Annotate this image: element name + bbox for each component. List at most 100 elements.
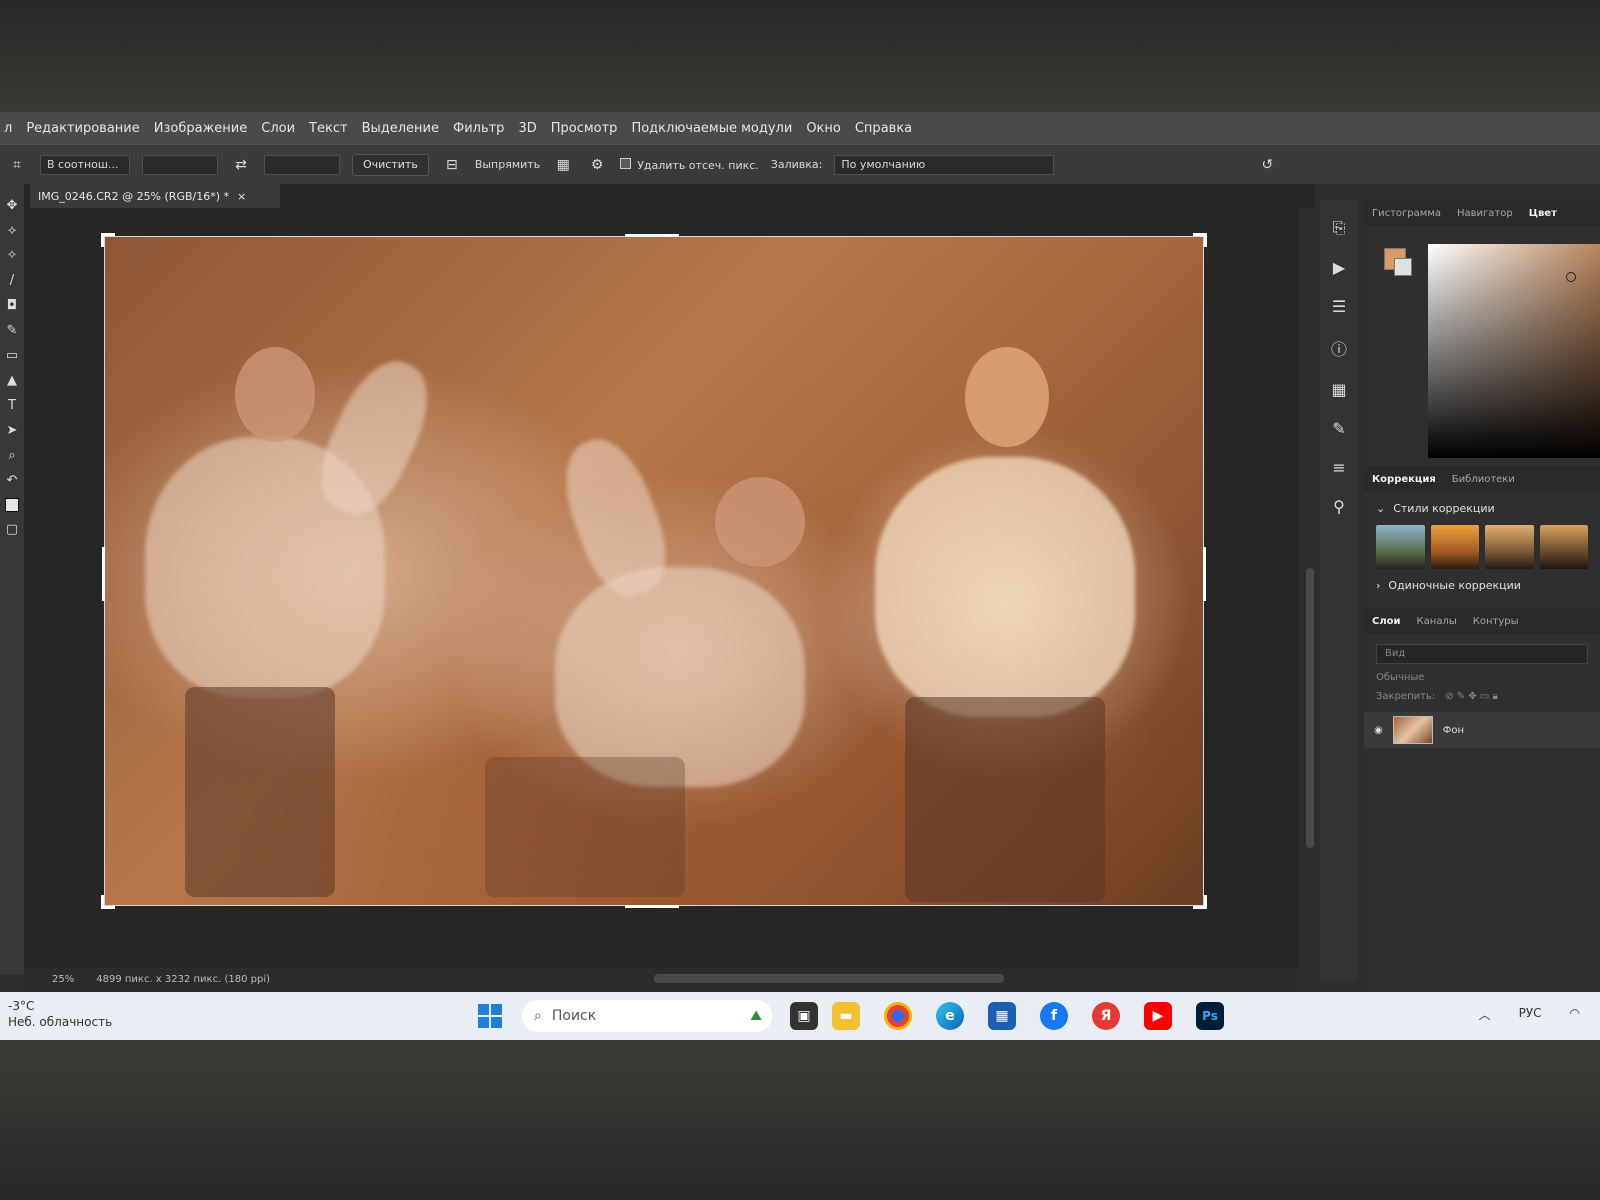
path-select-icon[interactable]: ➤ — [7, 423, 18, 438]
straighten-button[interactable]: Выпрямить — [475, 158, 540, 171]
settings-gear-icon[interactable]: ⚙ — [586, 154, 608, 176]
brush-tool-icon[interactable]: / — [10, 273, 14, 288]
menu-text[interactable]: Текст — [309, 121, 348, 136]
menu-filter[interactable]: Фильтр — [453, 121, 504, 136]
brush-settings-icon[interactable]: ✎ — [1332, 419, 1345, 438]
crop-handle-top[interactable] — [625, 234, 679, 237]
photoshop-icon[interactable]: Ps — [1196, 1002, 1224, 1030]
yandex-icon[interactable]: Я — [1092, 1002, 1120, 1030]
menu-help[interactable]: Справка — [855, 121, 912, 136]
eraser-tool-icon[interactable]: ▭ — [6, 348, 18, 363]
photo-canvas[interactable] — [101, 233, 1207, 909]
taskbar-search[interactable]: ⌕ Поиск ⛰ — [522, 1000, 772, 1032]
crop-handle-left[interactable] — [102, 547, 105, 601]
menu-edit[interactable]: Редактирование — [26, 121, 139, 136]
task-view-icon[interactable]: ▣ — [790, 1002, 818, 1030]
menu-plugins[interactable]: Подключаемые модули — [631, 121, 792, 136]
magic-wand-icon[interactable]: ✧ — [7, 248, 18, 263]
store-icon[interactable]: ▦ — [988, 1002, 1016, 1030]
single-adjustments-header[interactable]: › Одиночные коррекции — [1364, 569, 1600, 602]
windows-start-icon[interactable] — [478, 1004, 502, 1028]
canvas-area[interactable] — [24, 208, 1314, 968]
info-icon[interactable]: ⓘ — [1331, 336, 1347, 360]
visibility-eye-icon[interactable]: ◉ — [1374, 725, 1383, 736]
swap-icon[interactable]: ⇄ — [230, 154, 252, 176]
edge-icon[interactable]: e — [936, 1002, 964, 1030]
type-tool-icon[interactable]: T — [8, 398, 16, 413]
tab-histogram[interactable]: Гистограмма — [1372, 208, 1441, 219]
move-tool-icon[interactable]: ✥ — [7, 198, 18, 213]
color-picker-marker[interactable] — [1566, 272, 1576, 282]
menu-window[interactable]: Окно — [806, 121, 841, 136]
adjustment-presets-header[interactable]: ⌄ Стили коррекции — [1364, 492, 1600, 525]
menu-layers[interactable]: Слои — [261, 121, 295, 136]
tab-color[interactable]: Цвет — [1529, 208, 1557, 219]
weather-widget[interactable]: -3°C Неб. облачность — [8, 998, 112, 1030]
undo-icon[interactable]: ↶ — [7, 473, 18, 488]
layer-row[interactable]: ◉ Фон — [1364, 712, 1600, 748]
menu-3d[interactable]: 3D — [518, 121, 536, 136]
blend-mode-select[interactable]: Обычные — [1376, 672, 1424, 683]
wifi-icon[interactable]: ◠ — [1570, 1006, 1580, 1023]
tab-libraries[interactable]: Библиотеки — [1452, 474, 1515, 485]
menu-view[interactable]: Просмотр — [551, 121, 618, 136]
menu-file[interactable]: л — [4, 121, 12, 136]
pencil-tool-icon[interactable]: ✎ — [7, 323, 18, 338]
close-tab-icon[interactable]: × — [237, 190, 246, 203]
lasso-tool-icon[interactable]: ⟡ — [8, 223, 17, 238]
layer-filter-input[interactable]: Вид — [1376, 644, 1588, 664]
crop-handle-bottom[interactable] — [625, 905, 679, 908]
crop-handle-bottom-right[interactable] — [1193, 895, 1207, 909]
straighten-icon[interactable]: ⊟ — [441, 154, 463, 176]
crop-handle-bottom-left[interactable] — [101, 895, 115, 909]
overlay-grid-icon[interactable]: ▦ — [552, 154, 574, 176]
preset-thumb[interactable] — [1485, 525, 1534, 569]
photoshop-window: л Редактирование Изображение Слои Текст … — [0, 112, 1600, 1040]
preset-thumb[interactable] — [1430, 525, 1479, 569]
triangle-tool-icon[interactable]: ▲ — [7, 373, 17, 388]
height-field[interactable] — [264, 154, 340, 175]
fill-select[interactable]: По умолчанию — [834, 154, 1055, 175]
zoom-tool-icon[interactable]: ⌕ — [8, 448, 15, 463]
tab-channels[interactable]: Каналы — [1417, 616, 1457, 627]
delete-cropped-checkbox[interactable]: Удалить отсеч. пикс. — [620, 157, 759, 172]
tab-adjustments[interactable]: Коррекция — [1372, 474, 1436, 485]
actions-play-icon[interactable]: ▶ — [1333, 258, 1345, 277]
crop-tool-icon[interactable]: ⌗ — [6, 154, 28, 176]
clear-button[interactable]: Очистить — [352, 153, 429, 176]
background-color-swatch[interactable] — [1394, 258, 1412, 276]
stamp-tool-icon[interactable]: ◘ — [7, 298, 17, 313]
file-explorer-icon[interactable]: ▬ — [832, 1002, 860, 1030]
sliders-icon[interactable]: ≡ — [1332, 458, 1345, 477]
preset-thumb[interactable] — [1539, 525, 1588, 569]
document-tab[interactable]: IMG_0246.CR2 @ 25% (RGB/16*) * × — [30, 184, 280, 208]
reset-icon[interactable]: ↺ — [1256, 154, 1278, 176]
ratio-select[interactable]: В соотнош... — [40, 154, 130, 175]
history-icon[interactable]: ⎘ — [1333, 218, 1346, 238]
horizontal-scrollbar[interactable] — [654, 974, 1004, 983]
grid-icon[interactable]: ▦ — [1331, 380, 1346, 399]
youtube-icon[interactable]: ▶ — [1144, 1002, 1172, 1030]
screen-mode-icon[interactable]: ▢ — [6, 522, 18, 537]
tray-chevron-up-icon[interactable]: ︿ — [1479, 1006, 1491, 1023]
chrome-icon[interactable] — [884, 1002, 912, 1030]
lock-icons[interactable]: ⊘ ✎ ✥ ▭ 🔒︎ — [1445, 691, 1498, 702]
tab-layers[interactable]: Слои — [1372, 616, 1401, 627]
zoom-level[interactable]: 25% — [52, 974, 74, 985]
color-swatch[interactable] — [5, 498, 19, 512]
crop-handle-top-right[interactable] — [1193, 233, 1207, 247]
tab-paths[interactable]: Контуры — [1473, 616, 1519, 627]
crop-handle-top-left[interactable] — [101, 233, 115, 247]
preset-thumb[interactable] — [1376, 525, 1425, 569]
menu-image[interactable]: Изображение — [154, 121, 247, 136]
crop-handle-right[interactable] — [1203, 547, 1206, 601]
color-picker-field[interactable] — [1428, 244, 1600, 458]
tab-navigator[interactable]: Навигатор — [1457, 208, 1513, 219]
vertical-scrollbar[interactable] — [1306, 568, 1314, 848]
facebook-icon[interactable]: f — [1040, 1002, 1068, 1030]
language-indicator[interactable]: РУС — [1519, 1006, 1542, 1023]
menu-select[interactable]: Выделение — [362, 121, 439, 136]
properties-icon[interactable]: ☰ — [1332, 297, 1346, 316]
clone-source-icon[interactable]: ⚲ — [1333, 497, 1345, 516]
width-field[interactable] — [142, 154, 218, 175]
